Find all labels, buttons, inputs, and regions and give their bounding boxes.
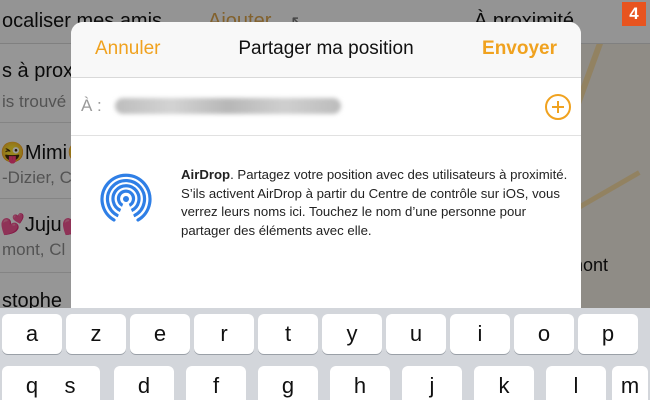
- key-a[interactable]: a: [2, 314, 62, 354]
- step-badge: 4: [622, 2, 646, 26]
- key-u[interactable]: u: [386, 314, 446, 354]
- airdrop-description: AirDrop. Partagez votre position avec de…: [181, 166, 571, 240]
- key-y[interactable]: y: [322, 314, 382, 354]
- key-i[interactable]: i: [450, 314, 510, 354]
- airdrop-section: AirDrop. Partagez votre position avec de…: [71, 136, 581, 322]
- key-r[interactable]: r: [194, 314, 254, 354]
- send-button[interactable]: Envoyer: [482, 38, 557, 60]
- airdrop-name: AirDrop: [181, 167, 231, 182]
- key-g[interactable]: g: [258, 366, 318, 400]
- key-s[interactable]: s: [40, 366, 100, 400]
- key-k[interactable]: k: [474, 366, 534, 400]
- key-d[interactable]: d: [114, 366, 174, 400]
- to-label: À :: [81, 96, 102, 115]
- key-l[interactable]: l: [546, 366, 606, 400]
- key-h[interactable]: h: [330, 366, 390, 400]
- airdrop-icon: [100, 173, 152, 224]
- key-t[interactable]: t: [258, 314, 318, 354]
- recipient-redacted[interactable]: [115, 98, 341, 114]
- keyboard: a z e r t y u i o p q s d f g h j k l m: [0, 308, 650, 400]
- airdrop-desc-text: . Partagez votre position avec des utili…: [181, 167, 568, 238]
- key-m[interactable]: m: [612, 366, 648, 400]
- sheet-header: Annuler Partager ma position Envoyer: [71, 22, 581, 78]
- key-o[interactable]: o: [514, 314, 574, 354]
- add-contact-icon[interactable]: [545, 94, 571, 120]
- key-j[interactable]: j: [402, 366, 462, 400]
- key-p[interactable]: p: [578, 314, 638, 354]
- key-z[interactable]: z: [66, 314, 126, 354]
- key-f[interactable]: f: [186, 366, 246, 400]
- recipient-row[interactable]: À :: [71, 78, 581, 136]
- share-location-sheet: Annuler Partager ma position Envoyer À :…: [71, 22, 581, 322]
- key-e[interactable]: e: [130, 314, 190, 354]
